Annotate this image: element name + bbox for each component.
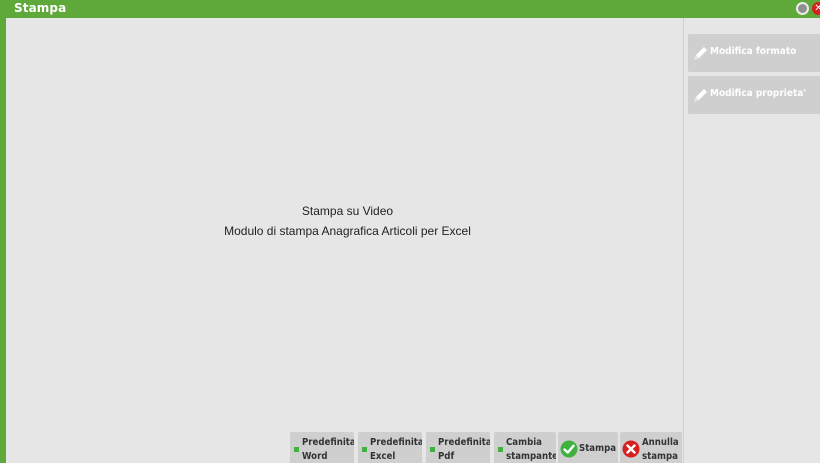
button-label: Cambia stampante <box>506 437 556 462</box>
print-button[interactable]: Stampa <box>558 432 618 463</box>
button-label: Predefinita Excel <box>370 437 422 462</box>
cancel-icon <box>622 440 640 462</box>
window-title: Stampa <box>14 1 67 15</box>
button-label: Predefinita Pdf <box>438 437 490 462</box>
pencil-icon <box>692 46 708 66</box>
side-panel: Modifica formato Modifica proprieta' <box>683 18 820 463</box>
button-label: Stampa <box>579 443 617 454</box>
print-module-text: Modulo di stampa Anagrafica Articoli per… <box>224 224 471 238</box>
button-label: Predefinita Word <box>302 437 354 462</box>
status-indicator <box>362 447 367 452</box>
status-indicator <box>498 447 503 452</box>
status-indicator <box>294 447 299 452</box>
edit-properties-button[interactable]: Modifica proprieta' <box>688 76 820 114</box>
title-bar: Stampa ✕ <box>6 0 820 18</box>
default-pdf-button[interactable]: Predefinita Pdf <box>426 432 490 463</box>
default-excel-button[interactable]: Predefinita Excel <box>358 432 422 463</box>
cancel-print-button[interactable]: Annulla stampa <box>620 432 682 463</box>
preview-area: Stampa su Video Modulo di stampa Anagraf… <box>12 18 683 463</box>
status-indicator <box>430 447 435 452</box>
check-icon <box>560 440 578 462</box>
default-word-button[interactable]: Predefinita Word <box>290 432 354 463</box>
close-icon[interactable]: ✕ <box>812 2 820 15</box>
print-window: Stampa ✕ Stampa su Video Modulo di stamp… <box>0 0 820 463</box>
edit-format-label: Modifica formato <box>710 46 797 57</box>
minimize-icon[interactable] <box>796 2 809 15</box>
button-label: Annulla stampa <box>642 437 679 462</box>
edit-properties-label: Modifica proprieta' <box>710 88 807 99</box>
print-destination-text: Stampa su Video <box>301 204 394 218</box>
pencil-icon <box>692 88 708 108</box>
edit-format-button[interactable]: Modifica formato <box>688 34 820 72</box>
change-printer-button[interactable]: Cambia stampante <box>494 432 556 463</box>
